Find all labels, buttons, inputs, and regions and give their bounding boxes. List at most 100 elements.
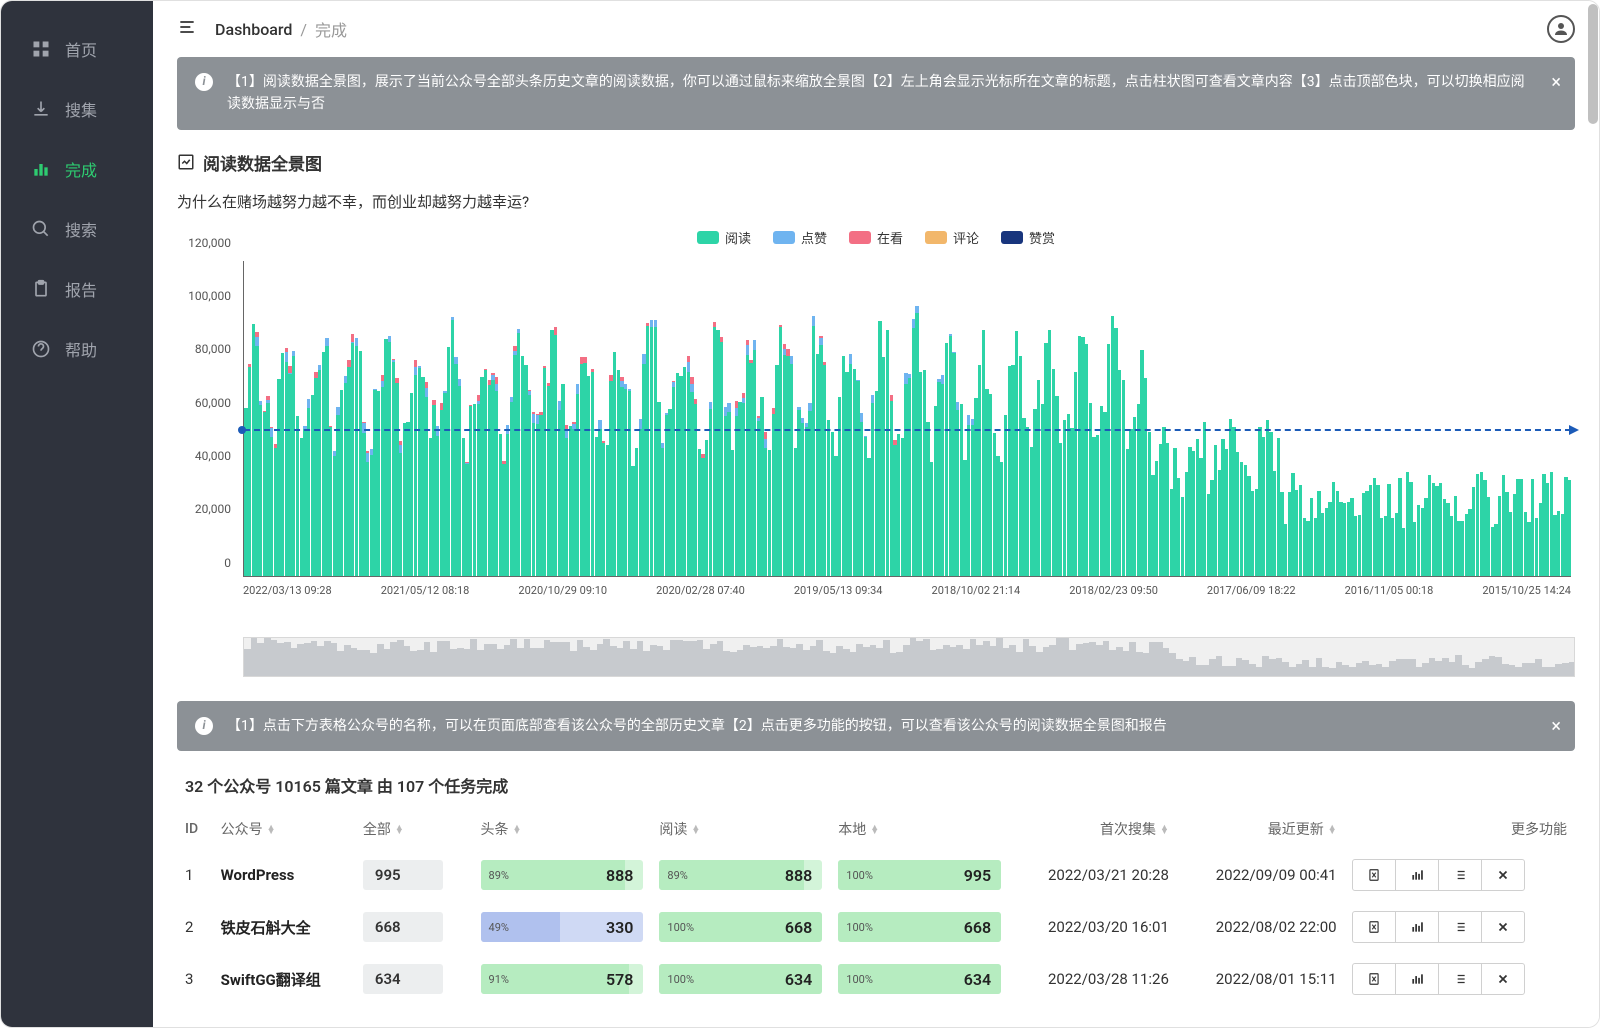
close-icon[interactable]: × [1551,69,1561,98]
scrollbar[interactable] [1588,2,1598,1026]
col-more: 更多功能 [1345,809,1575,849]
cell-local: 100%634 [830,953,1009,1005]
legend-swatch [697,231,719,244]
cell-all: 634 [355,953,473,1005]
chart-overview-zoom[interactable] [243,637,1575,677]
cell-read: 100%668 [651,901,830,953]
sort-icon[interactable]: ▲▼ [267,826,276,835]
legend-swatch [773,231,795,244]
sidebar-label: 搜集 [65,97,97,121]
delete-button[interactable] [1481,911,1525,943]
x-tick: 2018/02/23 09:50 [1069,584,1158,597]
legend-label: 阅读 [725,228,751,247]
breadcrumb-root[interactable]: Dashboard [215,20,292,39]
legend-swatch [1001,231,1023,244]
chart-bar[interactable] [1568,480,1571,575]
cell-last: 2022/08/01 15:11 [1177,953,1345,1005]
sort-icon[interactable]: ▲▼ [691,826,700,835]
cell-actions [1345,849,1575,901]
cell-all: 995 [355,849,473,901]
sort-icon[interactable]: ▲▼ [1160,826,1169,835]
cell-account-name[interactable]: SwiftGG翻译组 [213,953,355,1005]
info-icon: i [195,73,213,91]
col-account[interactable]: 公众号▲▼ [213,809,355,849]
bars-icon [31,159,51,179]
delete-button[interactable] [1481,859,1525,891]
x-tick: 2016/11/05 00:18 [1345,584,1434,597]
download-icon [31,99,51,119]
y-axis: 020,00040,00060,00080,000100,000120,000 [177,257,237,577]
list-button[interactable] [1438,963,1482,995]
sidebar-item-help[interactable]: 帮助 [1,319,153,379]
sidebar-item-done[interactable]: 完成 [1,139,153,199]
menu-toggle-icon[interactable] [177,17,197,42]
legend-item[interactable]: 点赞 [773,228,827,247]
cell-account-name[interactable]: WordPress [213,849,355,901]
sidebar-item-search[interactable]: 搜索 [1,199,153,259]
x-tick: 2020/02/28 07:40 [656,584,745,597]
col-all[interactable]: 全部▲▼ [355,809,473,849]
legend-item[interactable]: 在看 [849,228,903,247]
sidebar-label: 报告 [65,277,97,301]
col-last[interactable]: 最近更新▲▼ [1177,809,1345,849]
cell-account-name[interactable]: 铁皮石斛大全 [213,901,355,953]
cell-first: 2022/03/20 16:01 [1009,901,1177,953]
alert-text: 【1】点击下方表格公众号的名称，可以在页面底部查看该公众号的全部历史文章【2】点… [227,718,1167,734]
user-avatar-icon[interactable] [1547,15,1575,43]
list-button[interactable] [1438,911,1482,943]
sort-icon[interactable]: ▲▼ [870,826,879,835]
sidebar-label: 首页 [65,37,97,61]
cell-last: 2022/08/02 22:00 [1177,901,1345,953]
accounts-table: ID 公众号▲▼ 全部▲▼ 头条▲▼ 阅读▲▼ 本地▲▼ 首次搜集▲▼ 最近更新… [177,809,1575,1005]
breadcrumb: Dashboard / 完成 [215,17,347,41]
chart-button[interactable] [1395,859,1439,891]
list-button[interactable] [1438,859,1482,891]
x-tick: 2021/05/12 08:18 [381,584,470,597]
cell-first: 2022/03/21 20:28 [1009,849,1177,901]
export-button[interactable] [1352,859,1396,891]
chart-button[interactable] [1395,963,1439,995]
hover-article-title: 为什么在赌场越努力越不幸，而创业却越努力越幸运? [177,185,1575,222]
cell-id: 3 [177,953,213,1005]
chart-legend: 阅读 点赞 在看 评论 赞赏 [177,222,1575,257]
delete-button[interactable] [1481,963,1525,995]
cell-actions [1345,953,1575,1005]
legend-item[interactable]: 阅读 [697,228,751,247]
col-first[interactable]: 首次搜集▲▼ [1009,809,1177,849]
export-button[interactable] [1352,963,1396,995]
sort-icon[interactable]: ▲▼ [1328,826,1337,835]
export-button[interactable] [1352,911,1396,943]
col-headline[interactable]: 头条▲▼ [473,809,652,849]
breadcrumb-current: 完成 [315,17,347,41]
average-line [244,429,1571,431]
alert-text: 【1】阅读数据全景图，展示了当前公众号全部头条历史文章的阅读数据，你可以通过鼠标… [227,74,1525,112]
col-read[interactable]: 阅读▲▼ [651,809,830,849]
sidebar-item-home[interactable]: 首页 [1,19,153,79]
sort-icon[interactable]: ▲▼ [513,826,522,835]
info-alert-1: i 【1】阅读数据全景图，展示了当前公众号全部头条历史文章的阅读数据，你可以通过… [177,57,1575,130]
cell-headline: 89%888 [473,849,652,901]
cell-last: 2022/09/09 00:41 [1177,849,1345,901]
sidebar-label: 帮助 [65,337,97,361]
cell-read: 89%888 [651,849,830,901]
legend-item[interactable]: 赞赏 [1001,228,1055,247]
legend-swatch [925,231,947,244]
chart-icon [177,153,195,171]
cell-all: 668 [355,901,473,953]
cell-actions [1345,901,1575,953]
table-row: 2 铁皮石斛大全 668 49%330 100%668 100%668 2022… [177,901,1575,953]
chart-plot[interactable] [243,261,1571,577]
panel-title: 阅读数据全景图 [177,140,1575,185]
legend-item[interactable]: 评论 [925,228,979,247]
info-alert-2: i 【1】点击下方表格公众号的名称，可以在页面底部查看该公众号的全部历史文章【2… [177,701,1575,751]
sort-icon[interactable]: ▲▼ [395,826,404,835]
x-tick: 2019/05/13 09:34 [794,584,883,597]
chart-button[interactable] [1395,911,1439,943]
col-local[interactable]: 本地▲▼ [830,809,1009,849]
legend-label: 赞赏 [1029,228,1055,247]
close-icon[interactable]: × [1551,713,1561,742]
sidebar-item-report[interactable]: 报告 [1,259,153,319]
chart-area[interactable]: 020,00040,00060,00080,000100,000120,000 … [177,257,1575,627]
x-tick: 2018/10/02 21:14 [932,584,1021,597]
sidebar-item-collect[interactable]: 搜集 [1,79,153,139]
